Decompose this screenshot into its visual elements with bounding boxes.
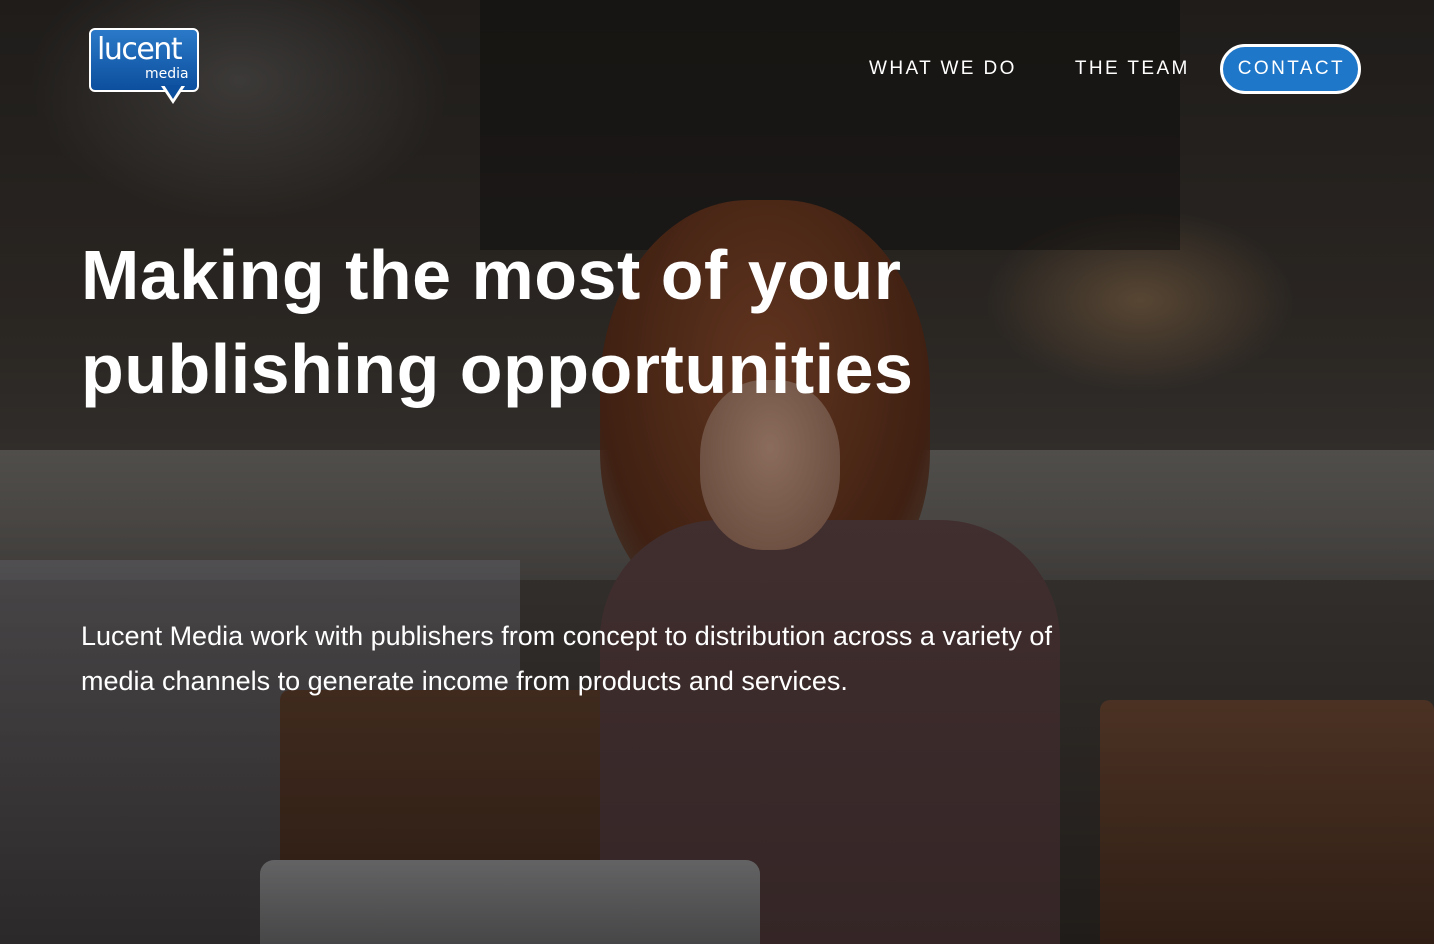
hero-dark-overlay [0, 0, 1434, 944]
logo-word-lucent: lucent [97, 32, 183, 67]
contact-button[interactable]: CONTACT [1219, 44, 1361, 94]
logo-word-media: media [145, 66, 189, 82]
hero-section: lucent media WHAT WE DO THE TEAM CONTACT… [0, 0, 1434, 944]
nav-link-the-team[interactable]: THE TEAM [1075, 58, 1190, 80]
hero-headline-line1: Making the most of your [81, 236, 902, 314]
hero-subtext-line1: Lucent Media work with publishers from c… [81, 621, 1052, 651]
hero-subtext: Lucent Media work with publishers from c… [81, 614, 1231, 704]
main-nav: WHAT WE DO THE TEAM CONTACT [811, 44, 1361, 94]
hero-headline-line2: publishing opportunities [81, 330, 914, 408]
hero-headline: Making the most of your publishing oppor… [81, 228, 981, 416]
hero-subtext-line2: media channels to generate income from p… [81, 666, 848, 696]
nav-link-what-we-do[interactable]: WHAT WE DO [869, 58, 1017, 80]
lucent-media-logo[interactable]: lucent media [89, 28, 199, 108]
